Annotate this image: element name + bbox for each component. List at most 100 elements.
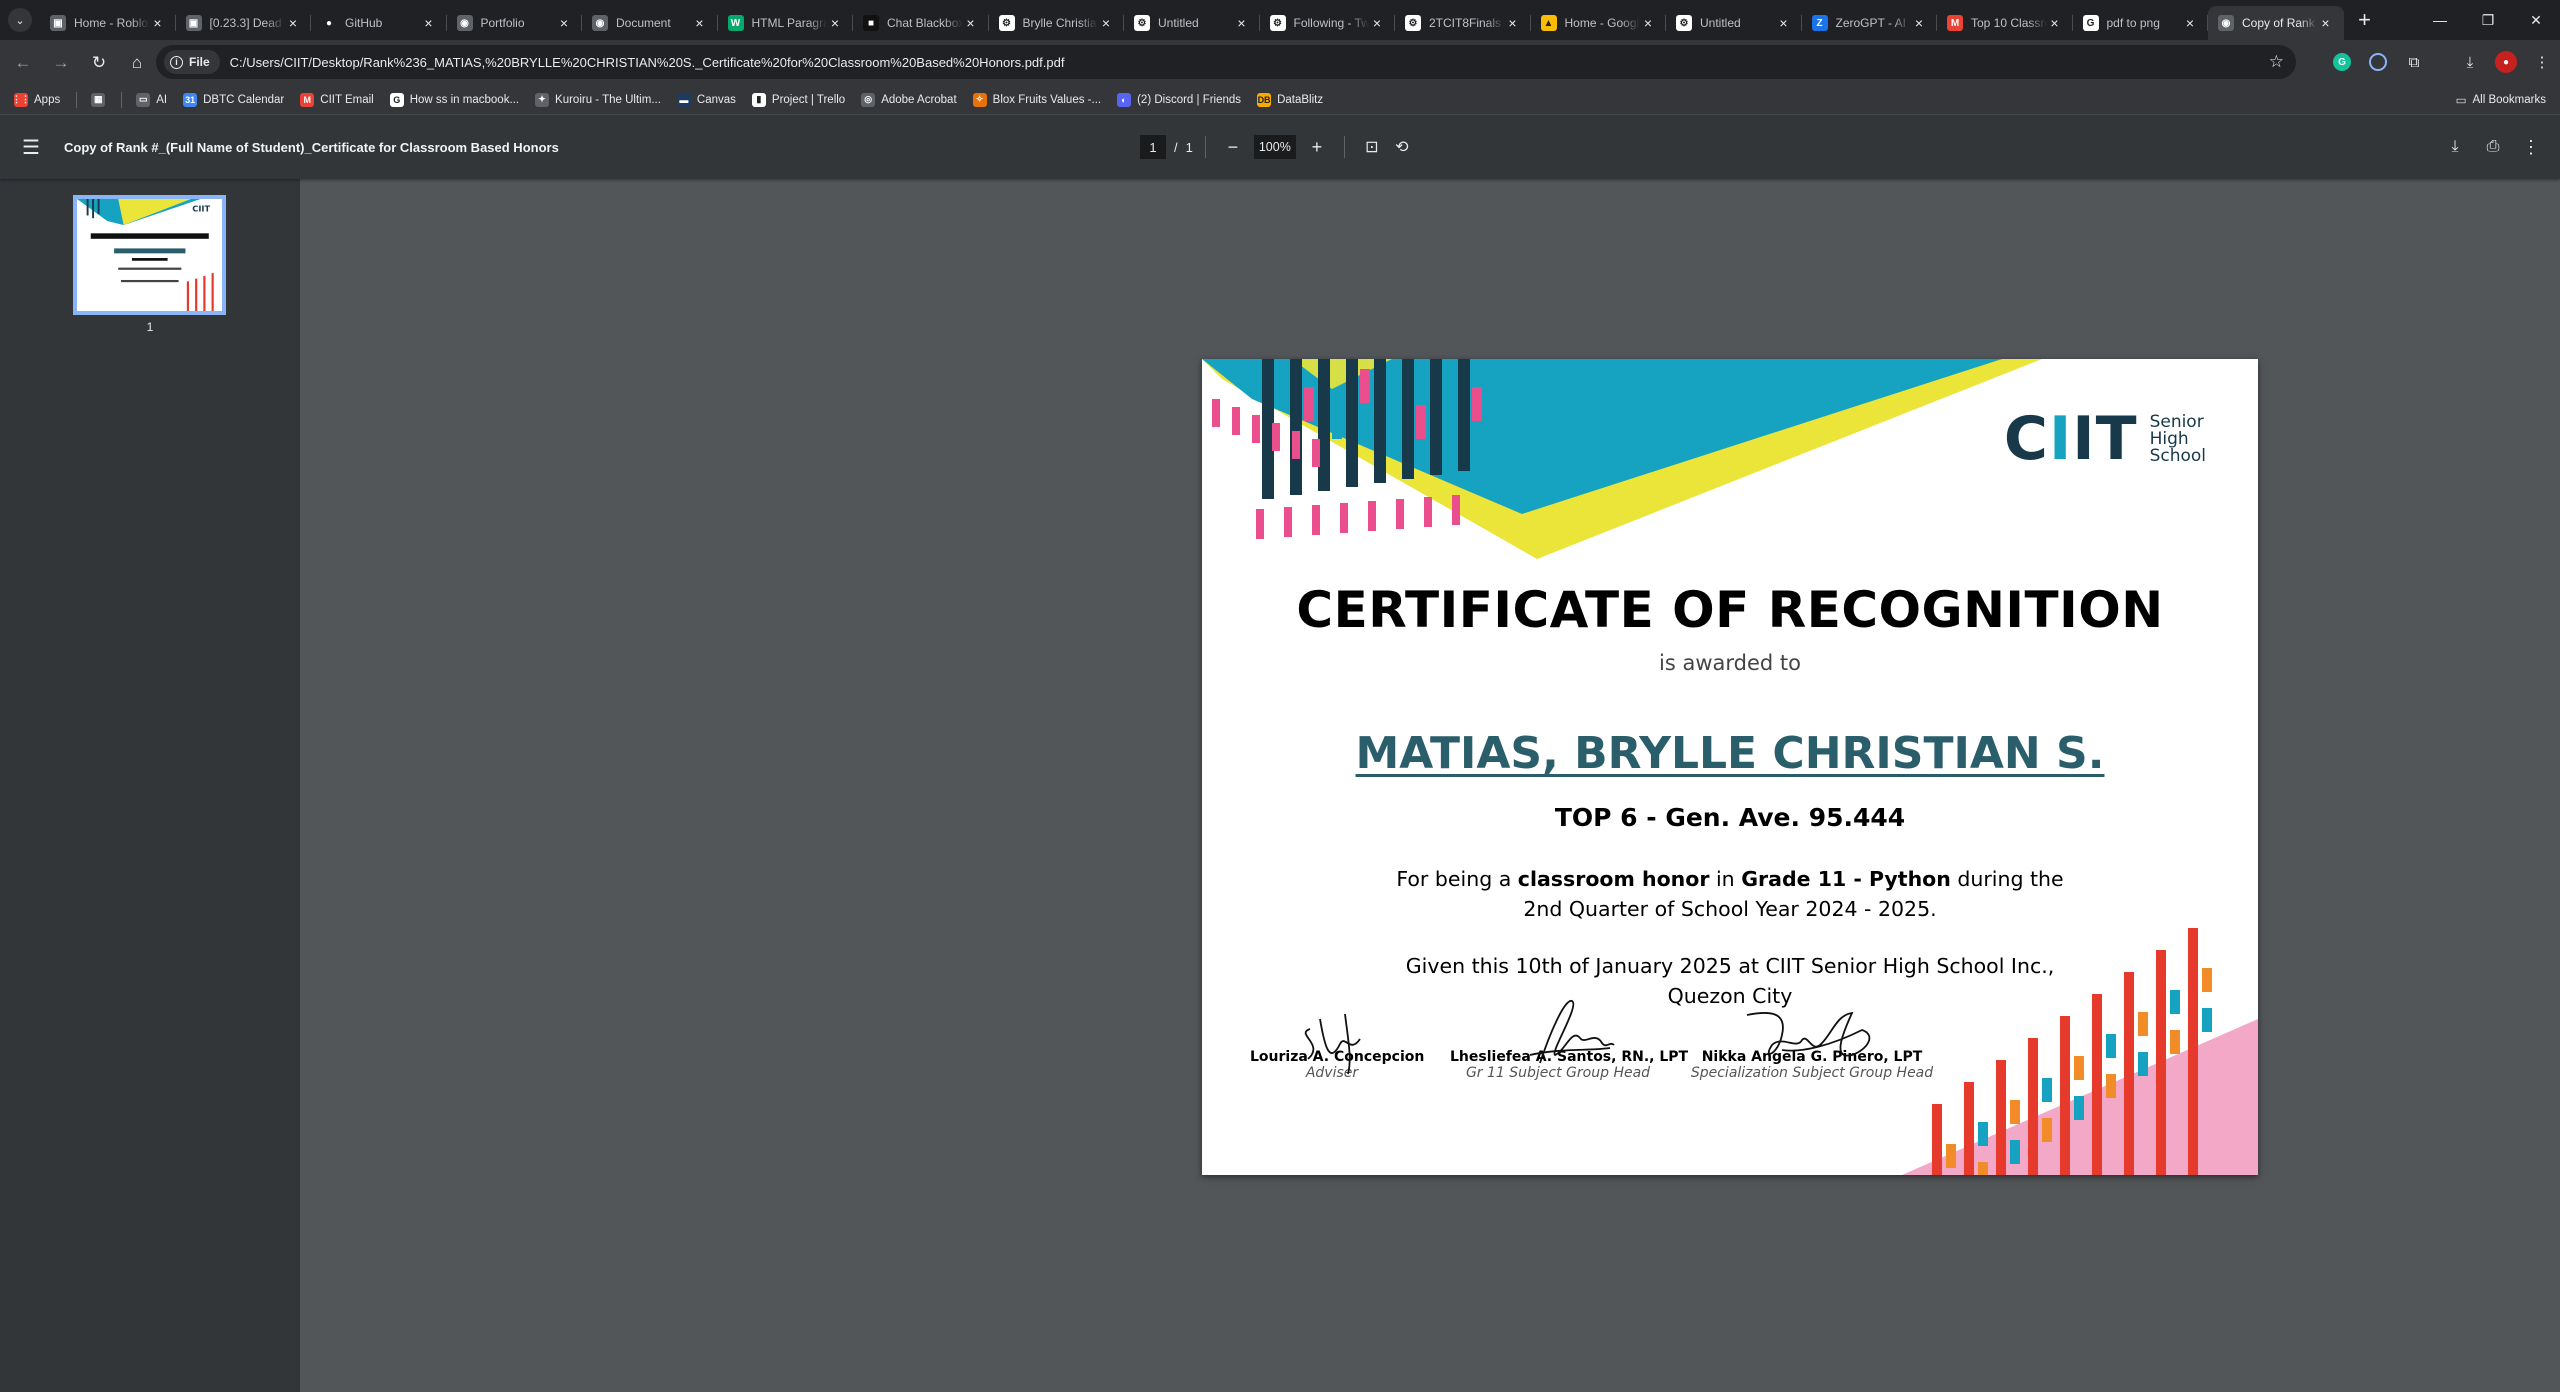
home-button[interactable]: ⌂ bbox=[120, 46, 154, 80]
back-button[interactable]: ← bbox=[6, 46, 40, 80]
browser-tab[interactable]: ● GitHub × bbox=[311, 6, 447, 40]
tab-list: ▣Home - Roblox×▣[0.23.3] Dead Rails×●Git… bbox=[40, 0, 2344, 40]
bookmark-item[interactable]: ◎ Adobe Acrobat bbox=[861, 92, 957, 107]
bookmark-item[interactable]: M CIIT Email bbox=[300, 92, 374, 107]
reload-button[interactable]: ↻ bbox=[82, 46, 116, 80]
browser-tab[interactable]: ■ Chat Blackbox × bbox=[853, 6, 989, 40]
grammarly-extension[interactable]: G bbox=[2324, 45, 2360, 79]
close-tab-icon[interactable]: × bbox=[692, 15, 708, 31]
browser-tab[interactable]: ▲ Home - Google Drive× bbox=[1531, 6, 1666, 40]
profile-button[interactable]: ● bbox=[2488, 45, 2524, 79]
browser-tab[interactable]: ⚙ Following - Twitch× bbox=[1260, 6, 1395, 40]
close-tab-icon[interactable]: × bbox=[2047, 15, 2063, 31]
browser-tab[interactable]: ⚙ Untitled × bbox=[1124, 6, 1260, 40]
url-text[interactable]: C:/Users/CIIT/Desktop/Rank%236_MATIAS,%2… bbox=[230, 55, 1065, 70]
browser-tab[interactable]: ◉ Document × bbox=[582, 6, 718, 40]
bookmark-item[interactable]: ⋮⋮ Apps bbox=[12, 92, 60, 107]
accent-stripe bbox=[2170, 1030, 2180, 1054]
close-tab-icon[interactable]: × bbox=[421, 15, 437, 31]
forward-button[interactable]: → bbox=[44, 46, 78, 80]
browser-tab[interactable]: ⚙ Brylle Christian × bbox=[989, 6, 1124, 40]
pink-stripe bbox=[1340, 503, 1348, 533]
body-text: in bbox=[1709, 867, 1742, 891]
pdf-page: CIIT Senior High School CERTIFICATE OF R… bbox=[1202, 359, 2258, 1175]
zoom-input[interactable]: 100% bbox=[1253, 135, 1296, 159]
browser-tab[interactable]: ▣ Home - Roblox × bbox=[40, 6, 176, 40]
zoom-out-button[interactable]: − bbox=[1218, 132, 1248, 162]
close-tab-icon[interactable]: × bbox=[1911, 15, 1927, 31]
tab-title: pdf to png bbox=[2106, 16, 2160, 30]
pdf-more-button[interactable]: ⋮ bbox=[2516, 132, 2546, 162]
bookmark-item[interactable]: ▬ Canvas bbox=[676, 92, 736, 107]
browser-tab[interactable]: ◉ Portfolio × bbox=[447, 6, 582, 40]
close-tab-icon[interactable]: × bbox=[1098, 15, 1114, 31]
navy-stripe bbox=[1430, 359, 1442, 475]
close-tab-icon[interactable]: × bbox=[556, 15, 572, 31]
browser-tab[interactable]: Gpdf to png × bbox=[2073, 6, 2208, 40]
close-tab-icon[interactable]: × bbox=[2182, 15, 2198, 31]
sidebar-toggle-button[interactable]: ☰ bbox=[16, 132, 46, 162]
bookmark-item[interactable]: 31 DBTC Calendar bbox=[183, 92, 284, 107]
red-stripe bbox=[1996, 1060, 2006, 1175]
restore-button[interactable]: ❐ bbox=[2464, 0, 2512, 40]
all-bookmarks-button[interactable]: ▭ All Bookmarks bbox=[2456, 93, 2546, 107]
fit-to-page-button[interactable]: ⊡ bbox=[1357, 132, 1387, 162]
address-bar[interactable]: i File C:/Users/CIIT/Desktop/Rank%236_MA… bbox=[156, 45, 2296, 79]
certificate-subtitle: is awarded to bbox=[1659, 651, 1801, 675]
tab-title: Home - Roblox bbox=[74, 16, 150, 30]
site-info-chip[interactable]: i File bbox=[164, 50, 220, 74]
browser-tab[interactable]: ▣ [0.23.3] Dead Rails× bbox=[176, 6, 311, 40]
body-line-2: 2nd Quarter of School Year 2024 - 2025. bbox=[1523, 897, 1937, 921]
close-tab-icon[interactable]: × bbox=[2318, 15, 2334, 31]
browser-menu-button[interactable]: ⋮ bbox=[2524, 45, 2560, 79]
pdf-canvas: CIIT Senior High School CERTIFICATE OF R… bbox=[300, 179, 2560, 1392]
browser-tab[interactable]: ◉ Copy of Rank # × bbox=[2208, 6, 2344, 40]
bookmark-item[interactable]: ✧ Blox Fruits Values -... bbox=[972, 92, 1101, 107]
close-tab-icon[interactable]: × bbox=[1234, 15, 1250, 31]
close-window-button[interactable]: ✕ bbox=[2512, 0, 2560, 40]
zoom-in-button[interactable]: + bbox=[1302, 132, 1332, 162]
bookmark-item[interactable]: ◐ (2) Discord | Friends bbox=[1117, 92, 1241, 107]
tab-favicon-icon: ■ bbox=[863, 15, 879, 31]
close-tab-icon[interactable]: × bbox=[1369, 15, 1385, 31]
close-tab-icon[interactable]: × bbox=[963, 15, 979, 31]
toolbar-divider bbox=[2432, 45, 2452, 79]
new-tab-button[interactable]: + bbox=[2350, 5, 2380, 35]
accent-stripe bbox=[1416, 405, 1426, 439]
bookmark-item[interactable]: ▦ bbox=[91, 92, 106, 107]
bookmark-item[interactable]: ▮ Project | Trello bbox=[751, 92, 845, 107]
bookmark-item[interactable]: ▭ AI bbox=[136, 92, 167, 107]
accent-stripe bbox=[2010, 1140, 2020, 1164]
downloads-button[interactable]: ⤓ bbox=[2452, 45, 2488, 79]
bookmark-item[interactable]: G How ss in macbook... bbox=[389, 92, 519, 107]
close-tab-icon[interactable]: × bbox=[1776, 15, 1792, 31]
browser-tab[interactable]: M Top 10 Classroom× bbox=[1937, 6, 2073, 40]
browser-tab[interactable]: ⚙ Untitled × bbox=[1666, 6, 1802, 40]
page-thumbnail[interactable]: CIIT bbox=[73, 195, 226, 315]
close-tab-icon[interactable]: × bbox=[150, 15, 166, 31]
browser-tab[interactable]: ⚙ 2TCIT8Finals × bbox=[1395, 6, 1531, 40]
browser-tab[interactable]: W HTML Paragraphs× bbox=[718, 6, 853, 40]
pdf-print-button[interactable]: ⎙ bbox=[2478, 132, 2508, 162]
bookmark-star-icon[interactable]: ☆ bbox=[2269, 52, 2284, 72]
rotate-button[interactable]: ⟲ bbox=[1387, 132, 1417, 162]
close-tab-icon[interactable]: × bbox=[1505, 15, 1521, 31]
bookmark-item[interactable]: DB DataBlitz bbox=[1257, 92, 1323, 107]
close-tab-icon[interactable]: × bbox=[827, 15, 843, 31]
extension-button[interactable] bbox=[2360, 45, 2396, 79]
close-tab-icon[interactable]: × bbox=[1640, 15, 1656, 31]
navy-stripe bbox=[1346, 359, 1358, 487]
browser-tab[interactable]: Z ZeroGPT - AI Detector× bbox=[1802, 6, 1937, 40]
bookmark-divider bbox=[121, 91, 123, 108]
minimize-button[interactable]: — bbox=[2416, 0, 2464, 40]
page-number-input[interactable]: 1 bbox=[1140, 135, 1166, 159]
logo-text-line: High bbox=[2149, 428, 2189, 449]
pdf-download-button[interactable]: ⤓ bbox=[2440, 132, 2470, 162]
close-tab-icon[interactable]: × bbox=[285, 15, 301, 31]
extensions-menu-button[interactable]: ⧉ bbox=[2396, 45, 2432, 79]
divider bbox=[1204, 136, 1206, 158]
folder-icon: ▭ bbox=[2455, 94, 2467, 107]
site-info-label: File bbox=[189, 55, 210, 69]
tab-search-button[interactable]: ⌄ bbox=[0, 0, 40, 40]
bookmark-item[interactable]: ✦ Kuroiru - The Ultim... bbox=[535, 92, 661, 107]
